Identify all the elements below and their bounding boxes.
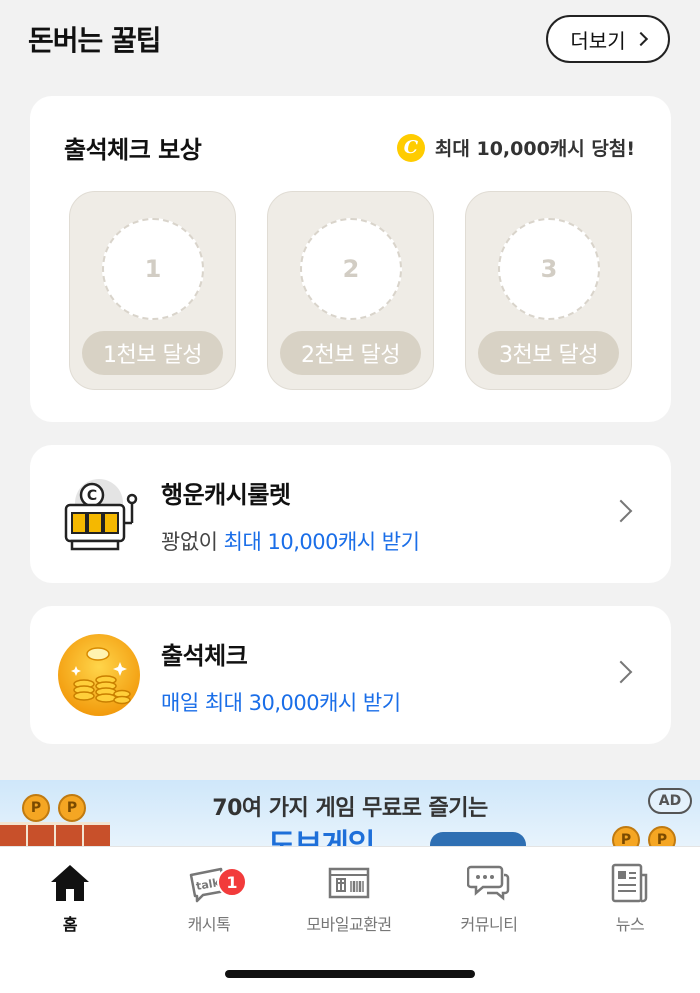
tab-home[interactable]: 홈 <box>10 861 130 935</box>
reward-title: 출석체크 보상 <box>64 136 202 164</box>
reward-step-1[interactable]: 1 1천보 달성 <box>69 191 236 390</box>
step-number: 3 <box>498 218 600 320</box>
ad-badge: AD <box>648 788 692 814</box>
tab-label: 커뮤니티 <box>460 915 518 934</box>
list-item-subtitle: 꽝없이 최대 10,000캐시 받기 <box>161 526 420 556</box>
tab-cashtalk[interactable]: talk 캐시톡 1 <box>149 861 269 935</box>
list-item-text: 행운캐시룰렛 꽝없이 최대 10,000캐시 받기 <box>161 475 420 556</box>
chevron-right-icon <box>633 31 648 47</box>
ad-banner[interactable]: P P P P 70여 가지 게임 무료로 즐기는 도브게임 AD <box>0 780 700 846</box>
more-button-label: 더보기 <box>570 28 626 53</box>
list-item-text: 출석체크 매일 최대 30,000캐시 받기 <box>161 636 401 717</box>
tab-label: 뉴스 <box>615 915 645 934</box>
home-icon <box>51 865 89 901</box>
attendance-check-item[interactable]: 출석체크 매일 최대 30,000캐시 받기 <box>30 606 671 744</box>
reward-steps: 1 1천보 달성 2 2천보 달성 3 3천보 달성 <box>69 191 632 390</box>
reward-max-text: 최대 10,000캐시 당첨! <box>434 138 635 160</box>
ad-logo: 도브게임 <box>268 820 528 846</box>
section-title: 돈버는 꿀팁 <box>28 24 162 57</box>
list-item-title: 출석체크 <box>161 642 248 670</box>
subtitle-prefix: 꽝없이 <box>161 530 218 554</box>
tab-news[interactable]: 뉴스 <box>570 861 690 935</box>
brick-decoration <box>0 822 110 846</box>
reward-max-info: C 최대 10,000캐시 당첨! <box>396 133 635 162</box>
tab-label: 홈 <box>62 915 78 934</box>
chat-bubbles-icon <box>467 865 510 901</box>
ad-logo-text: 도브게임 <box>268 828 375 846</box>
step-number: 2 <box>300 218 402 320</box>
step-number: 1 <box>102 218 204 320</box>
p-coin-icon: P <box>612 826 640 846</box>
list-item-title: 행운캐시룰렛 <box>161 481 291 509</box>
chevron-right-icon <box>609 660 633 684</box>
section-header: 돈버는 꿀팁 더보기 <box>28 14 670 64</box>
notification-badge: 1 <box>217 867 247 897</box>
tab-mobile-voucher[interactable]: 모바일교환권 <box>289 861 409 935</box>
gift-card-icon <box>328 867 370 899</box>
ad-logo-pill <box>430 832 526 846</box>
subtitle-highlight: 최대 10,000캐시 받기 <box>223 530 420 554</box>
step-label: 3천보 달성 <box>478 331 619 375</box>
tab-label: 캐시톡 <box>187 915 231 934</box>
gold-coins-icon <box>58 634 140 716</box>
home-indicator <box>225 970 475 978</box>
reward-step-3[interactable]: 3 3천보 달성 <box>465 191 632 390</box>
attendance-reward-card: 출석체크 보상 C 최대 10,000캐시 당첨! 1 1천보 달성 2 2천보… <box>30 96 671 422</box>
more-button[interactable]: 더보기 <box>546 15 670 63</box>
app-screen: 돈버는 꿀팁 더보기 출석체크 보상 C 최대 10,000캐시 당첨! 1 1… <box>0 0 700 993</box>
reward-step-2[interactable]: 2 2천보 달성 <box>267 191 434 390</box>
step-label: 1천보 달성 <box>82 331 223 375</box>
list-item-subtitle: 매일 최대 30,000캐시 받기 <box>161 687 401 717</box>
tab-community[interactable]: 커뮤니티 <box>429 861 549 935</box>
news-icon <box>611 863 648 903</box>
lucky-roulette-item[interactable]: C 행운캐시룰렛 꽝없이 최대 10,000캐시 받기 <box>30 445 671 583</box>
tab-label: 모바일교환권 <box>306 915 392 934</box>
subtitle-highlight: 매일 최대 30,000캐시 받기 <box>161 691 401 715</box>
p-coin-icon: P <box>648 826 676 846</box>
cash-coin-icon: C <box>396 133 425 162</box>
chevron-right-icon <box>609 499 633 523</box>
reward-card-header: 출석체크 보상 C 최대 10,000캐시 당첨! <box>64 130 635 165</box>
ad-text: 70여 가지 게임 무료로 즐기는 <box>212 796 488 821</box>
svg-text:C: C <box>87 488 97 504</box>
step-label: 2천보 달성 <box>280 331 421 375</box>
slot-machine-icon: C <box>64 479 138 551</box>
bottom-tab-bar: 홈 talk 캐시톡 1 모바일교환권 커뮤니티 뉴스 <box>0 846 700 993</box>
